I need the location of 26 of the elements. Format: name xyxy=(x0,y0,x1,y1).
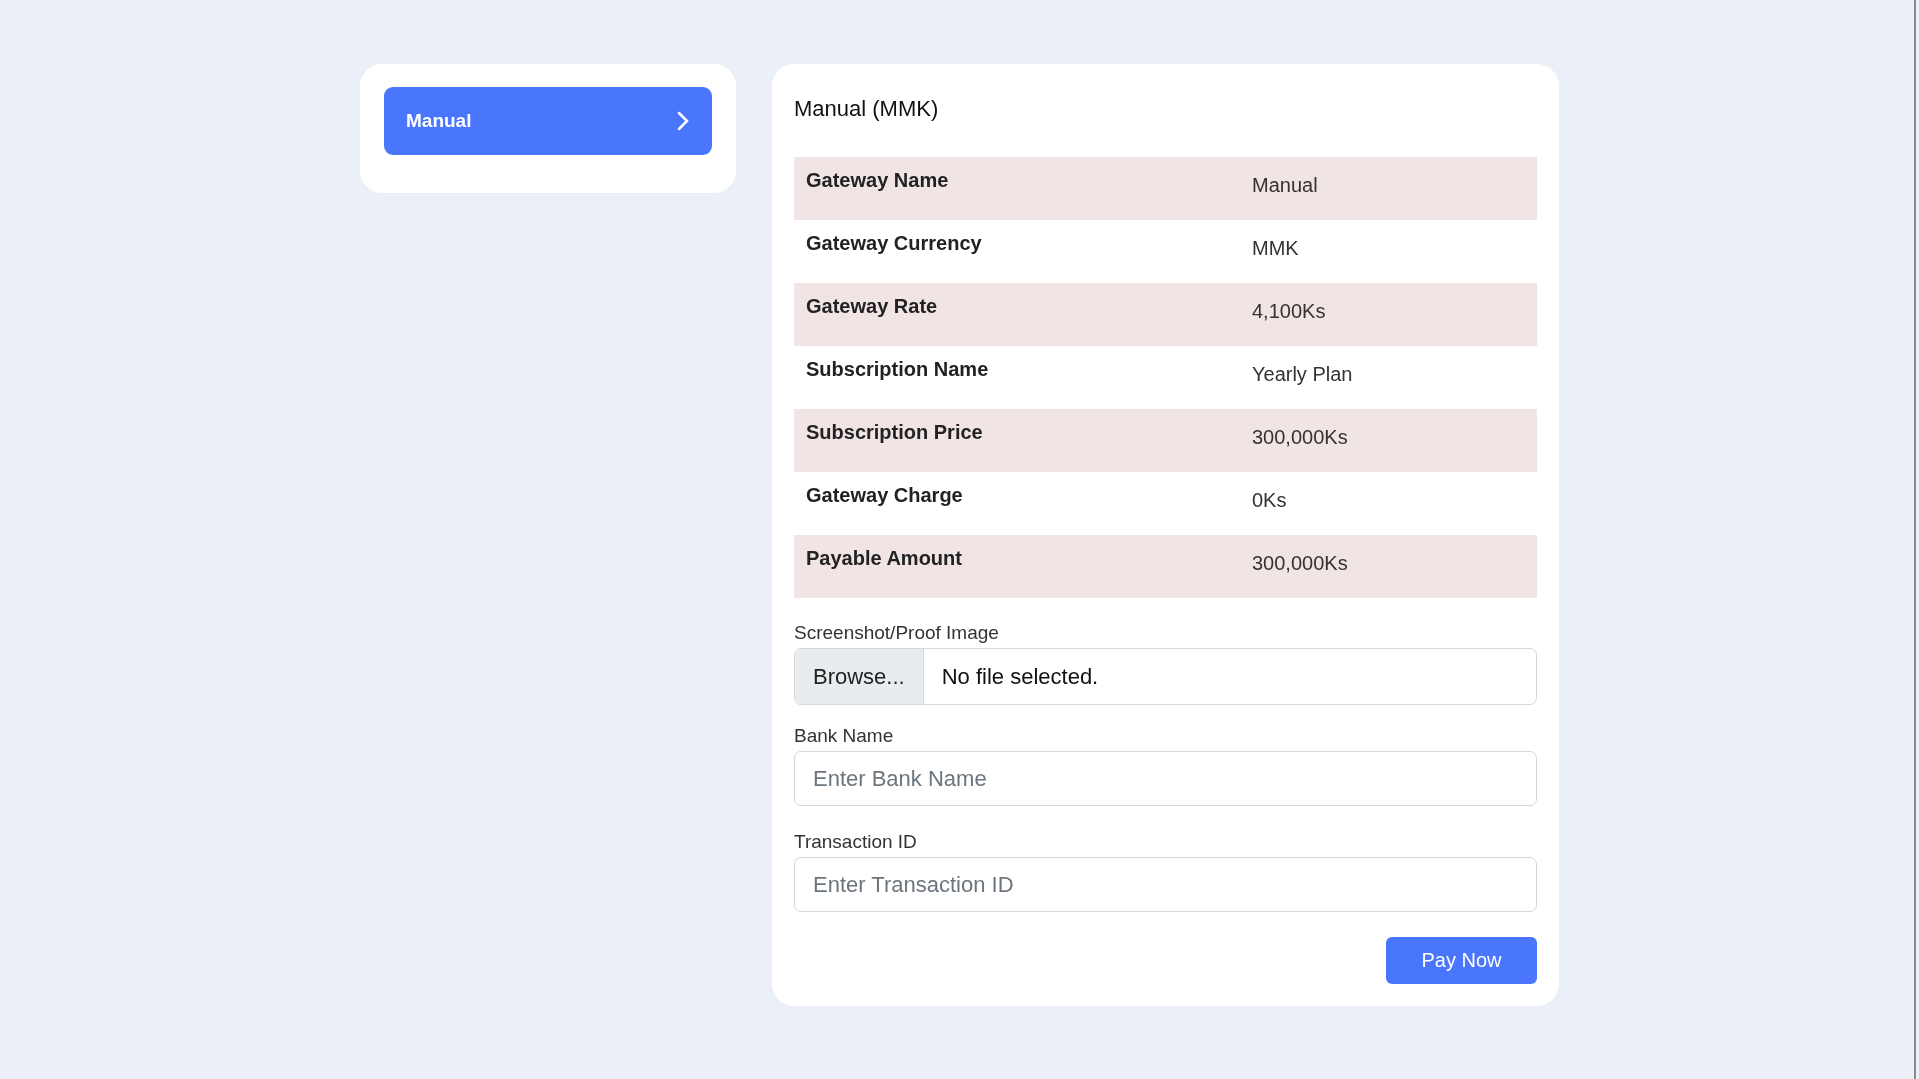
row-value: MMK xyxy=(1252,236,1299,261)
chevron-right-icon xyxy=(676,110,690,132)
row-value: 300,000Ks xyxy=(1252,551,1348,576)
file-status: No file selected. xyxy=(940,662,1099,691)
row-value: 300,000Ks xyxy=(1252,425,1348,450)
row-label: Gateway Rate xyxy=(805,294,939,319)
row-label: Gateway Name xyxy=(805,168,950,193)
row-label: Gateway Currency xyxy=(805,231,983,256)
input-field[interactable]: Enter Transaction ID xyxy=(794,857,1537,912)
row-label: Subscription Price xyxy=(805,420,984,445)
browse-button[interactable]: Browse... xyxy=(795,649,924,704)
row-value: 4,100Ks xyxy=(1252,299,1326,324)
card-title: Manual (MMK) xyxy=(794,96,940,123)
row-value: Yearly Plan xyxy=(1252,362,1353,387)
pay-now-button[interactable]: Pay Now xyxy=(1386,937,1537,984)
row-label: Gateway Charge xyxy=(805,483,964,508)
field-label: Screenshot/Proof Image xyxy=(794,622,999,644)
row-value: 0Ks xyxy=(1252,488,1287,513)
row-value: Manual xyxy=(1252,173,1318,198)
input-field[interactable]: Enter Bank Name xyxy=(794,751,1537,806)
field-label: Bank Name xyxy=(794,725,894,747)
row-label: Subscription Name xyxy=(805,357,990,382)
row-label: Payable Amount xyxy=(805,546,963,571)
gateway-button[interactable]: Manual xyxy=(384,87,712,155)
file-input[interactable]: Browse... No file selected. xyxy=(794,648,1537,705)
field-label: Transaction ID xyxy=(794,831,917,853)
